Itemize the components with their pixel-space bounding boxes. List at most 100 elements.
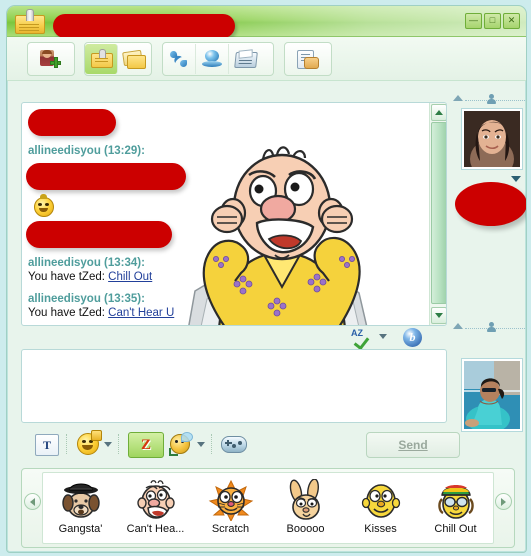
cant-hear-u-face-icon — [133, 479, 179, 521]
tray-label-cant-hear: Can't Hea... — [126, 523, 185, 535]
video-call-button[interactable] — [196, 44, 229, 74]
tray-scroll-left-button[interactable] — [24, 493, 41, 510]
winks-icon — [169, 432, 193, 456]
spellcheck-dropdown-icon[interactable] — [379, 334, 387, 339]
tray-item-gangsta[interactable]: Gangsta' — [44, 479, 118, 535]
sidebar-collapse-header-bottom[interactable] — [451, 322, 526, 334]
toolbar-separator — [118, 434, 120, 454]
games-button[interactable] — [221, 434, 247, 454]
emoticon-dropdown-icon[interactable] — [104, 442, 112, 447]
chat-window: — □ ✕ allineedisyou (13:29): allineedisy… — [6, 5, 527, 553]
message-input[interactable] — [22, 350, 446, 422]
send-file-icon — [296, 49, 319, 69]
scratch-cat-face-icon — [208, 479, 254, 523]
scrollbar-thumb[interactable] — [431, 122, 446, 304]
tray-label-booooo: Booooo — [286, 523, 325, 535]
message-input-container[interactable] — [21, 349, 447, 423]
toolbar-separator — [66, 434, 68, 454]
title-bar: — □ ✕ — [7, 6, 526, 38]
emoticon-icon — [77, 430, 102, 455]
contact-name-dropdown-icon[interactable] — [511, 176, 521, 182]
font-button[interactable]: T — [35, 434, 59, 456]
phone-icon — [168, 49, 190, 69]
send-label: Send — [398, 438, 428, 452]
webcam-icon — [201, 49, 223, 69]
nametag-button[interactable] — [85, 44, 118, 74]
tray-item-scratch[interactable]: Scratch — [194, 479, 268, 535]
toolbar-group-nametag — [84, 42, 152, 76]
games-icon — [221, 435, 247, 453]
tray-item-cant-hear[interactable]: Can't Hea... — [119, 479, 193, 535]
format-toolbar: T Z Send — [21, 430, 481, 460]
spellcheck-row: AZ b — [21, 326, 445, 350]
tray-item-booooo[interactable]: Booooo — [269, 478, 343, 535]
message-header-3: allineedisyou (13:35): — [28, 293, 145, 305]
person-plus-icon — [39, 49, 61, 69]
activities-button[interactable] — [229, 44, 261, 74]
window-title-redacted — [53, 14, 235, 38]
send-file-button[interactable] — [285, 44, 329, 74]
message-prefix-2: You have tZed: — [28, 271, 109, 283]
sidebar-collapse-header-top[interactable] — [451, 94, 526, 106]
person-icon — [487, 94, 496, 104]
gangsta-dog-face-icon — [58, 479, 104, 521]
tray-scroll-right-button[interactable] — [495, 493, 512, 510]
scroll-down-button[interactable] — [431, 307, 446, 324]
message-header-2: allineedisyou (13:34): — [28, 257, 145, 269]
spellcheck-icon[interactable]: AZ — [351, 328, 373, 347]
kisses-face-icon — [358, 479, 404, 521]
sidebar — [451, 94, 526, 454]
toolbar-group-sendfile — [284, 42, 332, 76]
wink-link-chill-out[interactable]: Chill Out — [108, 271, 152, 283]
winks-button[interactable] — [168, 432, 193, 456]
nametag-icon — [90, 49, 113, 69]
toolbar-separator — [211, 434, 213, 454]
tray-label-chill-out: Chill Out — [434, 523, 477, 535]
notes-icon — [122, 49, 146, 69]
invite-someone-button[interactable] — [28, 44, 72, 74]
send-button[interactable]: Send — [366, 432, 460, 458]
chevron-up-icon — [453, 323, 463, 329]
scroll-up-button[interactable] — [431, 104, 446, 121]
minimize-button[interactable]: — — [465, 13, 482, 29]
person-icon — [487, 322, 496, 332]
winks-dropdown-icon[interactable] — [197, 442, 205, 447]
tray-label-gangsta: Gangsta' — [58, 523, 103, 535]
contact-display-picture[interactable] — [461, 108, 523, 179]
maximize-button[interactable]: □ — [484, 13, 501, 29]
cant-hear-u-wink-animation — [188, 146, 368, 325]
chat-history[interactable]: allineedisyou (13:29): allineedisyou (13… — [21, 102, 447, 326]
message-body-3: You have tZed: Can't Hear U — [28, 307, 174, 319]
chevron-up-icon — [453, 95, 463, 101]
wink-link-cant-hear-u[interactable]: Can't Hear U — [108, 307, 174, 319]
redacted-message-2 — [26, 163, 186, 190]
redacted-message-1 — [28, 109, 116, 136]
wink-tray: Gangsta' Can't Hea... Scratch Booooo Kis… — [21, 468, 515, 548]
self-display-picture[interactable] — [461, 358, 523, 433]
chat-messages: allineedisyou (13:29): allineedisyou (13… — [22, 103, 430, 325]
nametag-icon — [15, 9, 45, 34]
toolbar-group-invite — [27, 42, 75, 76]
tray-label-scratch: Scratch — [211, 523, 250, 535]
spellcheck-label: AZ — [351, 328, 363, 338]
chill-out-face-icon — [433, 479, 479, 521]
tray-label-kisses: Kisses — [364, 523, 397, 535]
redacted-message-3 — [26, 221, 172, 248]
tray-items: Gangsta' Can't Hea... Scratch Booooo Kis… — [42, 472, 494, 544]
message-body-2: You have tZed: Chill Out — [28, 271, 152, 283]
close-button[interactable]: ✕ — [503, 13, 520, 29]
booooo-rabbit-face-icon — [283, 478, 329, 521]
toolbar-group-calls — [162, 42, 274, 76]
main-toolbar — [7, 37, 526, 81]
bing-icon[interactable]: b — [403, 328, 422, 347]
nudge-button[interactable]: Z — [128, 432, 164, 458]
emoticon-button[interactable] — [76, 430, 102, 455]
smiley-emoticon — [34, 194, 54, 217]
tray-item-kisses[interactable]: Kisses — [344, 479, 418, 535]
nudge-label: Z — [140, 436, 151, 453]
notes-button[interactable] — [118, 44, 150, 74]
message-header-1: allineedisyou (13:29): — [28, 145, 145, 157]
tray-item-chill-out[interactable]: Chill Out — [419, 479, 493, 535]
chat-scrollbar[interactable] — [429, 103, 446, 325]
voice-call-button[interactable] — [163, 44, 196, 74]
